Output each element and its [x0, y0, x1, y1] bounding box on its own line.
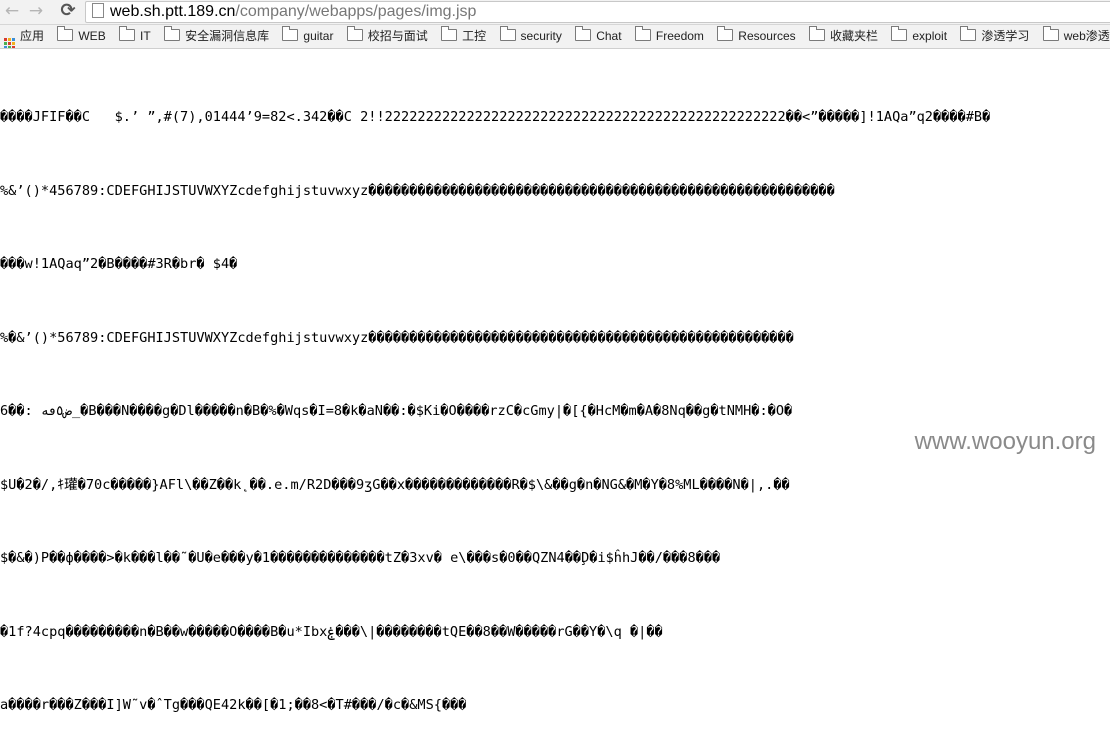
reload-icon[interactable]: ⟳ — [58, 1, 78, 21]
binary-text-line: ����JFIF��C $.’ ”,#(7),01444’9=82<.342��… — [0, 109, 991, 125]
bookmark-folder-label: 渗透学习 — [981, 29, 1030, 43]
bookmark-folder[interactable]: web渗透 — [1039, 25, 1110, 48]
folder-icon — [717, 26, 734, 41]
folder-icon — [808, 26, 825, 41]
binary-text-line: ���w!1AQaq”2�B����#3R�br� $4� — [0, 256, 238, 272]
bookmark-apps-label: 应用 — [20, 29, 45, 43]
folder-icon — [57, 26, 74, 41]
bookmark-folder[interactable]: IT — [115, 25, 157, 48]
folder-icon — [1042, 26, 1059, 41]
bookmark-folder-label: security — [520, 29, 562, 43]
bookmark-folder-label: 安全漏洞信息库 — [185, 29, 270, 43]
bookmark-folder-label: Chat — [596, 29, 622, 43]
binary-text-line: 6��: ض٥ڡه_�B���N����g�Dl�����n�B�%�Wqs�I… — [0, 403, 793, 419]
folder-icon — [164, 26, 181, 41]
bookmark-folder-label: Resources — [738, 29, 796, 43]
bookmark-folder[interactable]: 安全漏洞信息库 — [160, 25, 275, 48]
bookmark-folder-label: IT — [140, 29, 151, 43]
bookmark-folder[interactable]: Chat — [571, 25, 627, 48]
binary-text-line: $�&�)P��ф����>�k���l��˜�U�e���y�1�������… — [0, 550, 721, 566]
folder-icon — [119, 26, 136, 41]
bookmark-folder[interactable]: Resources — [713, 25, 801, 48]
folder-icon — [282, 26, 299, 41]
bookmark-folder[interactable]: guitar — [278, 25, 339, 48]
bookmark-folder[interactable]: WEB — [53, 25, 111, 48]
page-icon — [92, 3, 104, 18]
bookmark-folder[interactable]: 工控 — [437, 25, 492, 48]
bookmark-folder[interactable]: Freedom — [631, 25, 710, 48]
bookmarks-bar: 应用 WEB IT 安全漏洞信息库 guitar 校招与面试 工控 securi… — [0, 25, 1110, 49]
bookmark-folder-label: Freedom — [655, 29, 704, 43]
bookmark-folder-label: web渗透 — [1063, 29, 1110, 43]
bookmark-folder[interactable]: security — [496, 25, 568, 48]
bookmark-folder-label: 工控 — [462, 29, 487, 43]
bookmark-folder-label: 校招与面试 — [367, 29, 428, 43]
folder-icon — [346, 26, 363, 41]
binary-text-line: %&’()*456789:CDEFGHIJSTUVWXYZcdefghijstu… — [0, 182, 835, 199]
raw-binary-page-content: ����JFIF��C $.’ ”,#(7),01444’9=82<.342��… — [0, 56, 1110, 742]
folder-icon — [960, 26, 977, 41]
bookmark-folder[interactable]: 校招与面试 — [343, 25, 434, 48]
bookmark-apps[interactable]: 应用 — [0, 25, 50, 48]
bookmark-folder-label: exploit — [912, 29, 948, 43]
bookmark-folder[interactable]: 渗透学习 — [956, 25, 1035, 48]
binary-text-line: %�&’()*56789:CDEFGHIJSTUVWXYZcdefghijstu… — [0, 329, 794, 346]
folder-icon — [441, 26, 458, 41]
bookmark-folder-label: 收藏夹栏 — [829, 29, 878, 43]
bookmark-folder[interactable]: exploit — [887, 25, 953, 48]
folder-icon — [575, 26, 592, 41]
address-bar[interactable]: web.sh.ptt.189.cn/company/webapps/pages/… — [85, 1, 1110, 23]
watermark: www.wooyun.org — [914, 428, 1096, 455]
bookmark-folder[interactable]: 收藏夹栏 — [805, 25, 884, 48]
folder-icon — [634, 26, 651, 41]
binary-text-line: �1f?4cpq���������n�B��w�����O����B�u*Ibx… — [0, 623, 663, 640]
forward-arrow-icon[interactable]: → — [26, 1, 46, 21]
bookmark-folder-label: guitar — [303, 29, 334, 43]
back-arrow-icon[interactable]: ← — [2, 1, 22, 21]
bookmark-folder-label: WEB — [78, 29, 106, 43]
binary-text-line: $U�2�/,ｷ瓘�70c�����}AFl\��Z��k˛��.e.m/R2D… — [0, 476, 790, 493]
browser-toolbar: ← → ⟳ web.sh.ptt.189.cn/company/webapps/… — [0, 0, 1110, 25]
folder-icon — [891, 26, 908, 41]
url-path: /company/webapps/pages/img.jsp — [235, 3, 477, 20]
url-host: web.sh.ptt.189.cn — [110, 3, 236, 20]
binary-text-line: a����r���Z���I]W˜v�ˆTg���QE42k��[�1;��8<… — [0, 697, 467, 713]
apps-grid-icon — [4, 38, 15, 48]
folder-icon — [499, 26, 516, 41]
